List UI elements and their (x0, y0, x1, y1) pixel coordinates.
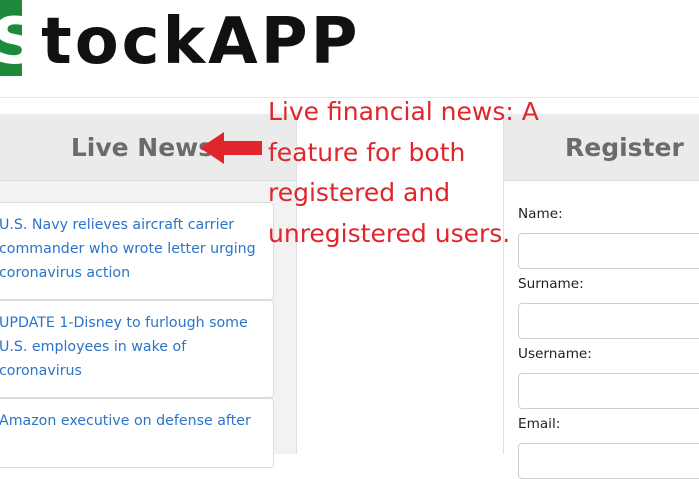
news-item-link[interactable]: UPDATE 1-Disney to furlough some U.S. em… (0, 311, 263, 383)
logo-wordmark: tockAPP (41, 5, 361, 79)
annotation-text: Live financial news: A feature for both … (268, 97, 539, 248)
email-input[interactable] (518, 443, 699, 479)
username-label: Username: (518, 346, 592, 362)
logo-letter-s: S (0, 5, 42, 79)
email-label: Email: (518, 416, 561, 432)
live-news-title: Live News (70, 132, 214, 162)
annotation-arrow-icon (200, 132, 262, 164)
arrow-shape (200, 132, 262, 164)
app-logo-bar: StockAPP (0, 0, 699, 98)
username-input[interactable] (518, 373, 699, 409)
news-item[interactable]: U.S. Navy relieves aircraft carrier comm… (0, 202, 274, 300)
news-item[interactable]: UPDATE 1-Disney to furlough some U.S. em… (0, 300, 274, 398)
news-item[interactable]: Amazon executive on defense after (0, 398, 274, 468)
news-item-link[interactable]: Amazon executive on defense after (0, 409, 263, 433)
app-logo[interactable]: StockAPP (0, 4, 361, 80)
news-item-link[interactable]: U.S. Navy relieves aircraft carrier comm… (0, 213, 263, 285)
surname-input[interactable] (518, 303, 699, 339)
register-title: Register (565, 132, 684, 162)
surname-label: Surname: (518, 276, 584, 292)
